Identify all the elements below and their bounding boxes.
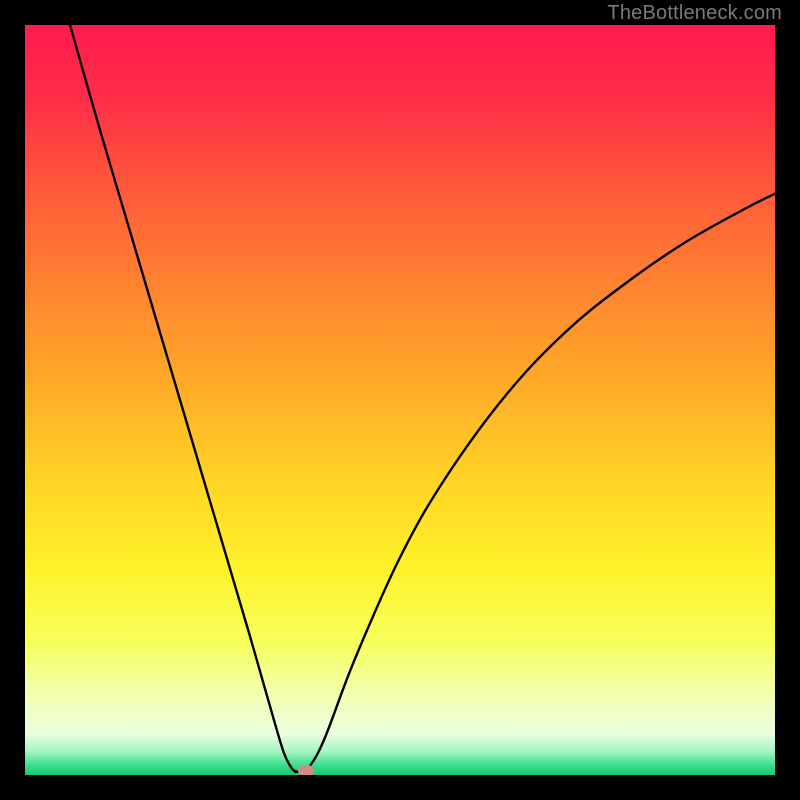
optimum-marker xyxy=(298,765,314,775)
plot-svg xyxy=(25,25,775,775)
gradient-bg xyxy=(25,25,775,775)
plot-area xyxy=(25,25,775,775)
watermark-text: TheBottleneck.com xyxy=(607,2,782,25)
outer-frame: TheBottleneck.com xyxy=(0,0,800,800)
